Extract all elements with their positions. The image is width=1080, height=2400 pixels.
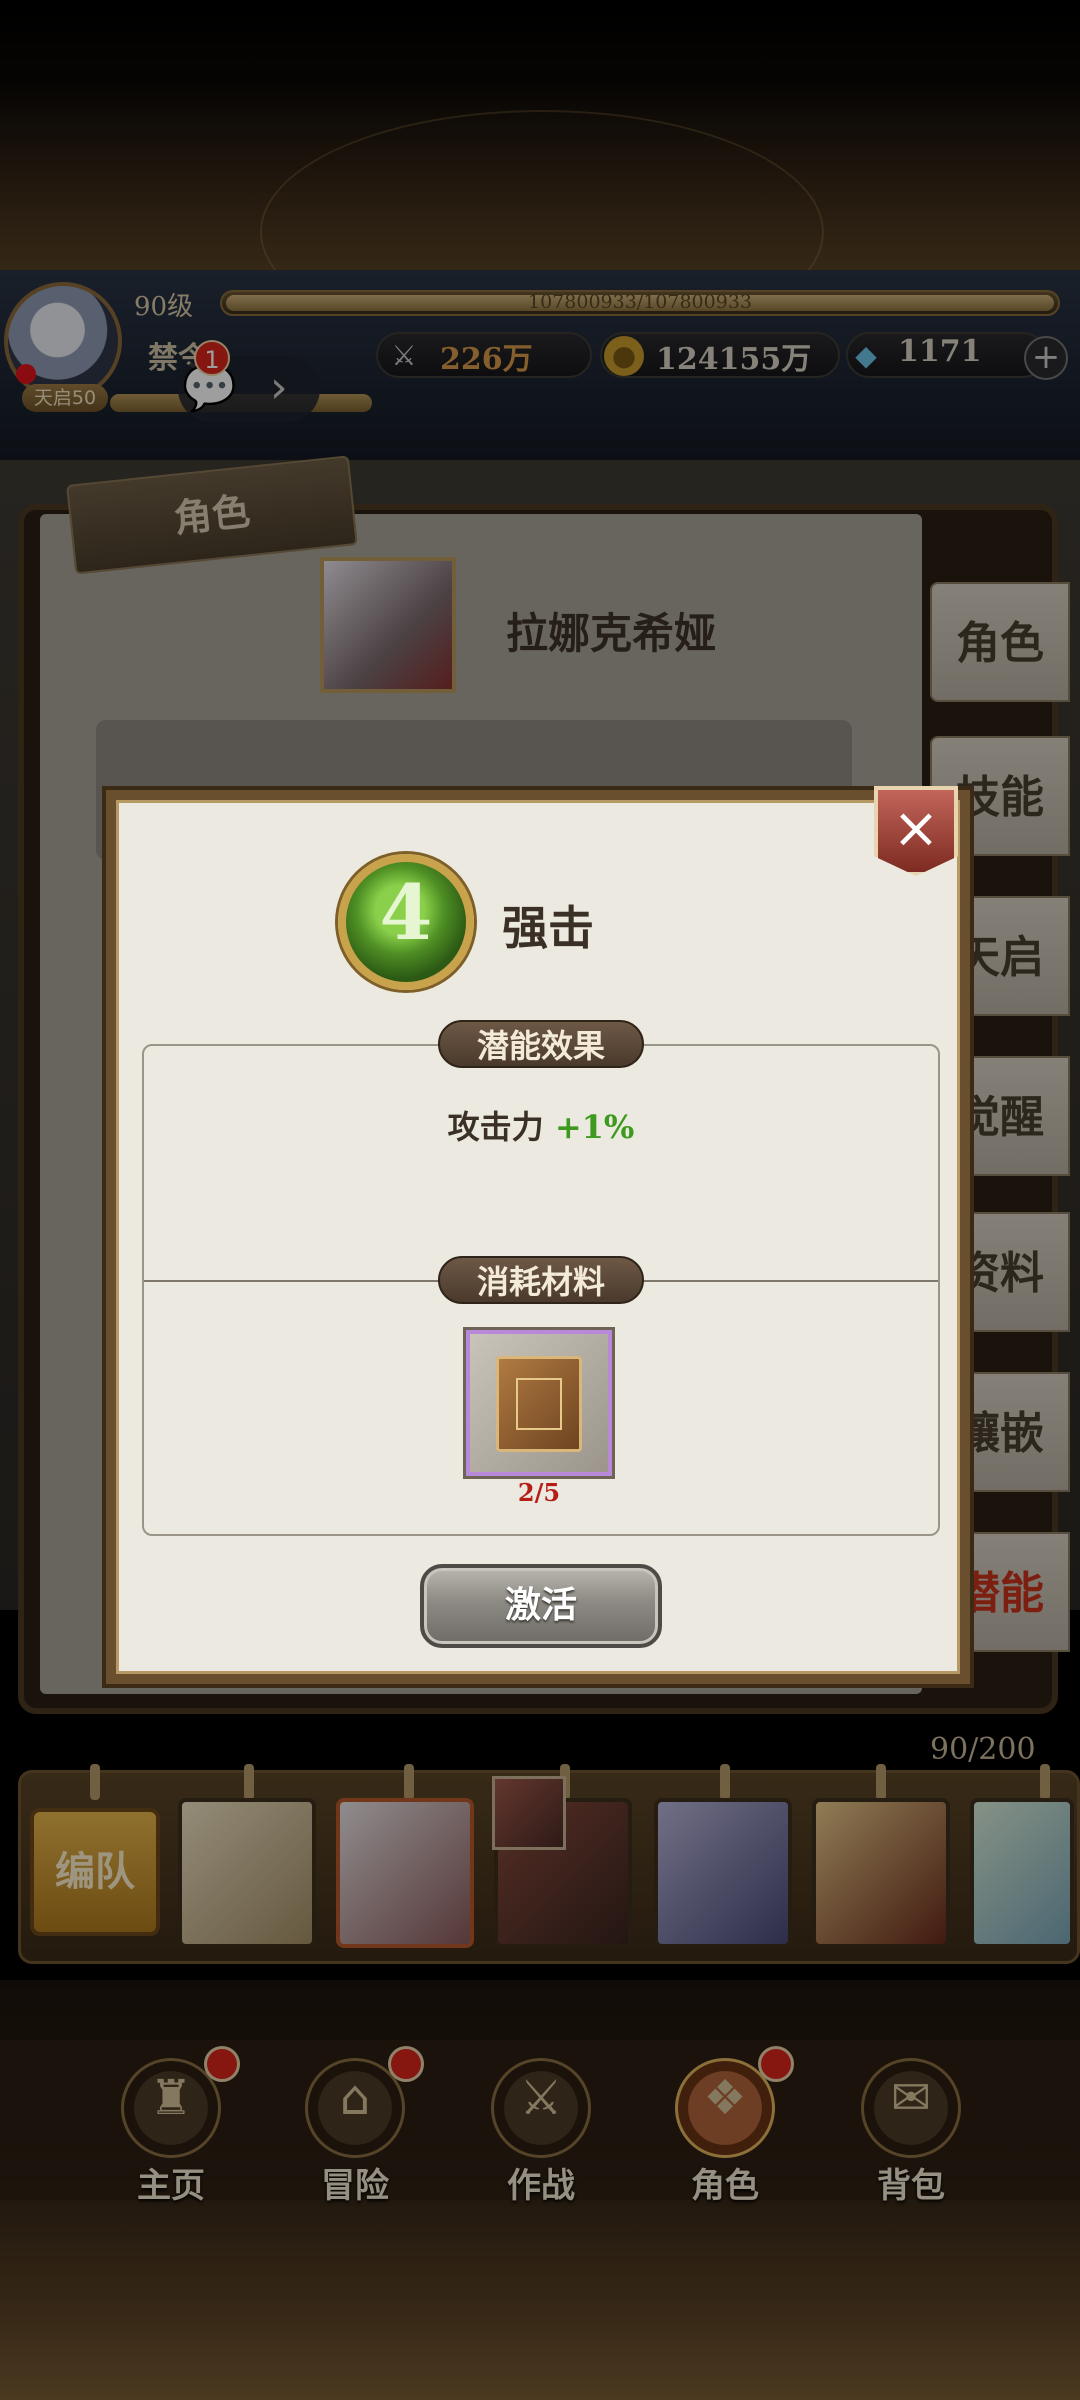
- effect-line: 攻击力 +1%: [142, 1102, 940, 1148]
- material-count: 2/5: [517, 1478, 561, 1507]
- spellbook-emblem: [516, 1378, 562, 1430]
- effect-section-title: 潜能效果: [438, 1020, 644, 1068]
- skill-name: 强击: [502, 901, 594, 955]
- sword-glyph: 4: [379, 868, 433, 957]
- effect-label: 攻击力: [447, 1108, 544, 1146]
- effect-value: +1%: [554, 1108, 635, 1146]
- activate-button[interactable]: 激活: [420, 1564, 662, 1648]
- material-section-title: 消耗材料: [438, 1256, 644, 1304]
